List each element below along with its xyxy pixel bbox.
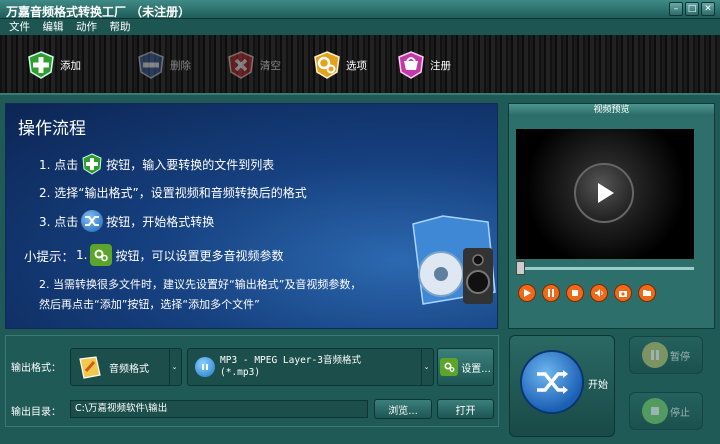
tip-2-text-1: 2. 当需转换很多文件时，建议先设置好“输出格式”及音视频参数， <box>39 278 362 291</box>
clear-button[interactable]: 清空 <box>224 45 281 85</box>
settings-button[interactable]: 设置... <box>437 348 494 386</box>
output-format-value: MP3 - MPEG Layer-3音频格式 <box>220 355 361 366</box>
preview-title: 视频预览 <box>509 104 714 116</box>
tip-2-line2: 然后再点击“添加”按钮，选择“添加多个文件” <box>39 296 260 312</box>
gears-icon <box>440 358 459 376</box>
output-format-text: MP3 - MPEG Layer-3音频格式 (*.mp3) <box>220 355 361 379</box>
workflow-panel: 操作流程 1. 点击 按钮，输入要转换的文件到列表 2. 选择“输出格式”，设置… <box>5 103 498 329</box>
add-label: 添加 <box>60 59 81 72</box>
step-1-prefix: 1. 点击 <box>39 157 79 172</box>
start-label: 开始 <box>588 380 608 391</box>
volume-icon[interactable] <box>590 284 608 302</box>
shuffle-icon <box>520 350 584 414</box>
step-2: 2. 选择“输出格式”，设置视频和音频转换后的格式 <box>39 184 307 201</box>
delete-button[interactable]: 删除 <box>134 45 191 85</box>
output-dir-label: 输出目录： <box>11 407 61 418</box>
maximize-button[interactable]: □ <box>685 2 699 16</box>
gears-icon <box>310 48 344 82</box>
seek-handle[interactable] <box>516 261 525 275</box>
delete-label: 删除 <box>170 59 191 72</box>
gears-icon <box>90 244 113 266</box>
tip-label: 小提示： <box>24 248 75 264</box>
menu-bar: 文件 编辑 动作 帮助 <box>0 19 720 35</box>
preview-controls <box>518 284 656 302</box>
step-3-text: 按钮，开始格式转换 <box>106 214 215 229</box>
pause-button[interactable]: 暂停 <box>629 336 703 374</box>
play-overlay-icon[interactable] <box>574 163 634 223</box>
folder-icon[interactable] <box>638 284 656 302</box>
tip-2-line1: 2. 当需转换很多文件时，建议先设置好“输出格式”及音视频参数， <box>39 276 361 292</box>
settings-label: 设置... <box>461 363 491 375</box>
format-category-value: 音频格式 <box>109 363 149 375</box>
menu-action[interactable]: 动作 <box>76 19 97 35</box>
clear-label: 清空 <box>260 59 281 72</box>
chevron-down-icon[interactable]: ⌄ <box>169 349 179 385</box>
menu-edit[interactable]: 编辑 <box>43 19 64 35</box>
plus-icon <box>81 153 103 175</box>
options-button[interactable]: 选项 <box>310 45 367 85</box>
tip-1-prefix: 1. <box>76 248 88 262</box>
start-button[interactable]: 开始 <box>509 335 615 437</box>
register-label: 注册 <box>430 59 451 72</box>
step-1-text: 按钮，输入要转换的文件到列表 <box>106 157 275 172</box>
menu-help[interactable]: 帮助 <box>110 19 131 35</box>
step-1: 1. 点击 按钮，输入要转换的文件到列表 <box>39 153 274 175</box>
format-category-select[interactable]: 音频格式 ⌄ <box>70 348 182 386</box>
media-folder-illustration <box>412 215 496 305</box>
menu-file[interactable]: 文件 <box>9 19 30 35</box>
pause-label: 暂停 <box>670 351 690 363</box>
open-button[interactable]: 打开 <box>437 399 494 419</box>
step-2-text: 2. 选择“输出格式”，设置视频和音频转换后的格式 <box>39 186 307 200</box>
output-format-ext: (*.mp3) <box>220 367 261 378</box>
add-button[interactable]: 添加 <box>24 45 81 85</box>
pause-icon <box>642 342 668 368</box>
shield-delete-icon <box>134 48 168 82</box>
play-icon[interactable] <box>518 284 536 302</box>
title-bar: 万嘉音频格式转换工厂 （未注册） – □ ✕ <box>0 0 720 19</box>
output-settings-panel: 输出格式： 音频格式 ⌄ MP3 - MPEG Layer-3音频格式 (*.m… <box>5 335 499 427</box>
stop-icon[interactable] <box>566 284 584 302</box>
cart-icon <box>394 48 428 82</box>
tip-1: 小提示： 1. 按钮，可以设置更多音视频参数 <box>24 244 283 266</box>
register-button[interactable]: 注册 <box>394 45 451 85</box>
stop-button[interactable]: 停止 <box>629 392 703 430</box>
stop-label: 停止 <box>670 407 690 419</box>
step-3: 3. 点击 按钮，开始格式转换 <box>39 210 214 232</box>
preview-screen <box>516 129 694 259</box>
stop-icon <box>642 398 668 424</box>
snapshot-icon[interactable] <box>614 284 632 302</box>
output-format-label: 输出格式： <box>11 363 61 374</box>
toolbar: 添加 删除 清空 选项 注册 <box>0 35 720 95</box>
options-label: 选项 <box>346 59 367 72</box>
minimize-button[interactable]: – <box>669 2 683 16</box>
step-3-prefix: 3. 点击 <box>39 214 79 229</box>
tip-2-text-2: 然后再点击“添加”按钮，选择“添加多个文件” <box>39 298 260 311</box>
seek-bar[interactable] <box>518 267 694 270</box>
audio-format-icon <box>79 356 101 379</box>
pause-icon[interactable] <box>542 284 560 302</box>
window-title: 万嘉音频格式转换工厂 （未注册） <box>6 5 191 19</box>
output-dir-field[interactable]: C:\万嘉视频软件\输出 <box>70 400 368 418</box>
shuffle-icon <box>81 210 104 232</box>
close-button[interactable]: ✕ <box>701 2 715 16</box>
tip-1-text: 按钮，可以设置更多音视频参数 <box>115 248 284 263</box>
video-preview-panel: 视频预览 <box>508 103 715 329</box>
pause-disc-icon <box>195 357 215 377</box>
browse-button[interactable]: 浏览... <box>374 399 432 419</box>
chevron-down-icon[interactable]: ⌄ <box>421 349 431 385</box>
x-clear-icon <box>224 48 258 82</box>
output-format-select[interactable]: MP3 - MPEG Layer-3音频格式 (*.mp3) ⌄ <box>187 348 434 386</box>
plus-icon <box>24 48 58 82</box>
workflow-heading: 操作流程 <box>18 119 86 139</box>
